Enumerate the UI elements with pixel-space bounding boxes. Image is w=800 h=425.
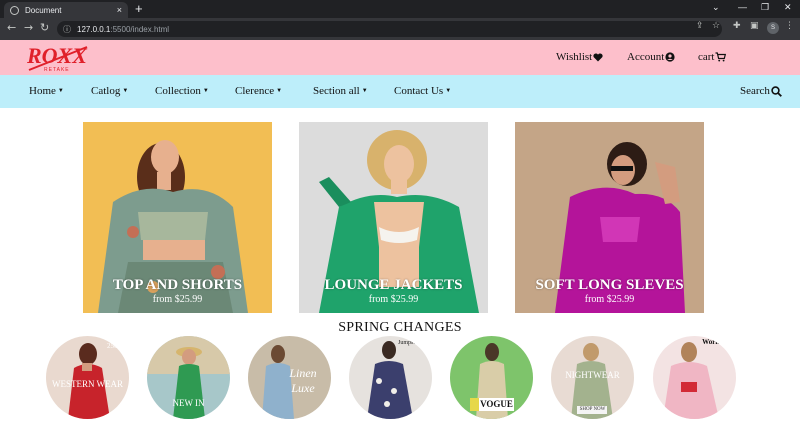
menu-clerence[interactable]: Clerence ▼ [235,85,282,97]
account-link[interactable]: Account [627,51,675,63]
extensions-icon[interactable]: ✚ [733,21,741,31]
category-western-wear[interactable]: WESTERN WEAR 2500 [46,336,129,419]
url-text: 127.0.0.1:5500/index.html [77,24,170,34]
globe-icon [10,5,19,15]
shop-now-label: SHOP NOW [579,407,606,412]
category-label: Jumpsuits [397,340,422,346]
menu-section-all[interactable]: Section all ▼ [313,85,368,97]
menu-kebab-icon[interactable]: ⋮ [785,21,794,31]
category-linen-luxe[interactable]: Linen Luxe [248,336,331,419]
card-price: from $25.99 [368,294,419,305]
card-price: from $25.99 [584,294,635,305]
tab-title: Document [25,5,62,15]
category-nightwear[interactable]: NIGHTWEAR SHOP NOW [551,336,634,419]
share-icon[interactable]: ⇪ [696,21,704,31]
cart-link[interactable]: cart [698,51,727,63]
caret-down-icon: ▼ [202,88,209,94]
category-label: NIGHTWEAR [565,370,620,380]
forward-icon[interactable]: → [24,21,33,34]
logo-subtext: RETAKE [44,67,70,73]
site-info-icon[interactable]: ⓘ [63,24,71,35]
product-card-soft-long-sleves[interactable]: SOFT LONG SLEVES from $25.99 [515,122,704,313]
bookmark-star-icon[interactable]: ☆ [712,21,720,31]
caret-down-icon: ▼ [276,88,283,94]
category-workwear[interactable]: Workwear [653,336,736,419]
category-corner-text: 2500 [107,342,121,350]
back-icon[interactable]: ← [7,21,16,34]
card-title: LOUNGE JACKETS [324,277,463,293]
menu-contact-us[interactable]: Contact Us ▼ [394,85,451,97]
heart-icon [593,52,603,61]
product-card-lounge-jackets[interactable]: LOUNGE JACKETS from $25.99 [299,122,488,313]
caret-down-icon: ▼ [57,88,64,94]
category-label: NEW IN [172,398,205,408]
search-icon [771,85,782,97]
category-photo [653,336,736,419]
category-jumpsuits[interactable]: Jumpsuits [349,336,432,419]
product-card-top-and-shorts[interactable]: TOP AND SHORTS from $25.99 [83,122,272,313]
card-price: from $25.99 [152,294,203,305]
menu-catlog[interactable]: Catlog ▼ [91,85,128,97]
tab-search-icon[interactable]: ⌄ [712,2,720,13]
search-label: Search [740,85,770,97]
reload-icon[interactable]: ↻ [40,21,49,34]
caret-down-icon: ▼ [122,88,129,94]
user-circle-icon [665,52,675,62]
brand-logo[interactable]: ROXX RETAKE [25,43,91,73]
card-title: SOFT LONG SLEVES [535,277,684,293]
section-title: SPRING CHANGES [338,320,462,335]
category-label: Linen Luxe [289,366,317,395]
browser-toolbar: ← → ↻ ⓘ 127.0.0.1:5500/index.html ⇪ ☆ ✚ … [0,18,800,40]
menu-home[interactable]: Home ▼ [29,85,64,97]
card-title: TOP AND SHORTS [112,277,243,293]
wishlist-link[interactable]: Wishlist [556,51,603,63]
profile-avatar[interactable]: S [767,22,779,34]
browser-tab[interactable]: Document × [4,2,128,18]
category-vogue[interactable]: VOGUE [450,336,533,419]
address-bar[interactable]: ⓘ 127.0.0.1:5500/index.html [57,21,722,37]
caret-down-icon: ▼ [361,88,368,94]
caret-down-icon: ▼ [445,88,452,94]
close-window-icon[interactable]: ✕ [784,2,792,13]
search-button[interactable]: Search [740,85,782,97]
main-menu: Home ▼ Catlog ▼ Collection ▼ Clerence ▼ Sect… [0,75,800,108]
minimize-icon[interactable]: — [738,2,747,12]
category-new-in[interactable]: NEW IN [147,336,230,419]
menu-collection[interactable]: Collection ▼ [155,85,209,97]
account-label: Account [627,51,665,63]
category-label: WESTERN WEAR [51,379,124,389]
category-photo [349,336,432,419]
logo-text: ROXX [26,43,88,68]
category-label: Workwear [702,338,734,346]
new-tab-button[interactable]: + [135,2,143,16]
wishlist-label: Wishlist [556,51,593,63]
tab-close-button[interactable]: × [117,5,122,15]
browser-tab-strip: Document × + ⌄ — ❐ ✕ [0,0,800,18]
side-panel-icon[interactable]: ▣ [750,21,759,31]
restore-icon[interactable]: ❐ [761,2,769,13]
cart-label: cart [698,51,715,63]
site-header: ROXX RETAKE Wishlist Account cart [0,40,800,75]
cart-icon [715,52,727,62]
category-label: VOGUE [480,399,513,409]
